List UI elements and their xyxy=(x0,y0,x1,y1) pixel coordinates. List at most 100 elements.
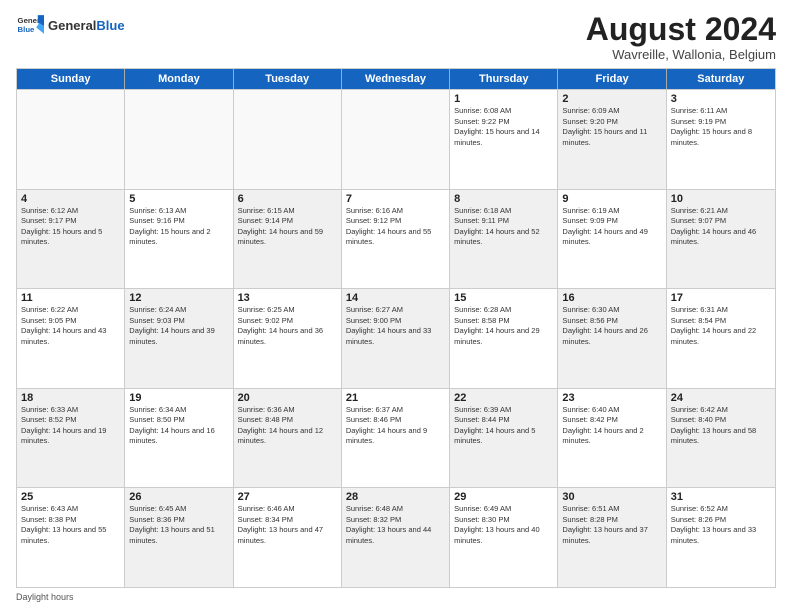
day-header-sunday: Sunday xyxy=(17,69,125,89)
day-number: 27 xyxy=(238,491,337,503)
logo-general: General xyxy=(48,18,96,33)
day-cell-21: 21Sunrise: 6:37 AM Sunset: 8:46 PM Dayli… xyxy=(342,389,450,488)
logo-icon: General Blue xyxy=(16,12,44,40)
day-number: 6 xyxy=(238,193,337,205)
day-cell-14: 14Sunrise: 6:27 AM Sunset: 9:00 PM Dayli… xyxy=(342,289,450,388)
cell-info: Sunrise: 6:42 AM Sunset: 8:40 PM Dayligh… xyxy=(671,405,771,447)
day-cell-23: 23Sunrise: 6:40 AM Sunset: 8:42 PM Dayli… xyxy=(558,389,666,488)
week-row-5: 25Sunrise: 6:43 AM Sunset: 8:38 PM Dayli… xyxy=(17,487,775,587)
cell-info: Sunrise: 6:51 AM Sunset: 8:28 PM Dayligh… xyxy=(562,504,661,546)
day-number: 16 xyxy=(562,292,661,304)
day-cell-29: 29Sunrise: 6:49 AM Sunset: 8:30 PM Dayli… xyxy=(450,488,558,587)
cell-info: Sunrise: 6:40 AM Sunset: 8:42 PM Dayligh… xyxy=(562,405,661,447)
empty-cell xyxy=(17,90,125,189)
day-cell-25: 25Sunrise: 6:43 AM Sunset: 8:38 PM Dayli… xyxy=(17,488,125,587)
cell-info: Sunrise: 6:28 AM Sunset: 8:58 PM Dayligh… xyxy=(454,305,553,347)
calendar-body: 1Sunrise: 6:08 AM Sunset: 9:22 PM Daylig… xyxy=(17,89,775,587)
cell-info: Sunrise: 6:19 AM Sunset: 9:09 PM Dayligh… xyxy=(562,206,661,248)
cell-info: Sunrise: 6:31 AM Sunset: 8:54 PM Dayligh… xyxy=(671,305,771,347)
cell-info: Sunrise: 6:13 AM Sunset: 9:16 PM Dayligh… xyxy=(129,206,228,248)
day-number: 12 xyxy=(129,292,228,304)
cell-info: Sunrise: 6:39 AM Sunset: 8:44 PM Dayligh… xyxy=(454,405,553,447)
day-cell-1: 1Sunrise: 6:08 AM Sunset: 9:22 PM Daylig… xyxy=(450,90,558,189)
cell-info: Sunrise: 6:45 AM Sunset: 8:36 PM Dayligh… xyxy=(129,504,228,546)
day-cell-16: 16Sunrise: 6:30 AM Sunset: 8:56 PM Dayli… xyxy=(558,289,666,388)
cell-info: Sunrise: 6:16 AM Sunset: 9:12 PM Dayligh… xyxy=(346,206,445,248)
day-number: 2 xyxy=(562,93,661,105)
day-header-saturday: Saturday xyxy=(667,69,775,89)
day-cell-9: 9Sunrise: 6:19 AM Sunset: 9:09 PM Daylig… xyxy=(558,190,666,289)
cell-info: Sunrise: 6:09 AM Sunset: 9:20 PM Dayligh… xyxy=(562,106,661,148)
week-row-2: 4Sunrise: 6:12 AM Sunset: 9:17 PM Daylig… xyxy=(17,189,775,289)
day-number: 7 xyxy=(346,193,445,205)
day-number: 15 xyxy=(454,292,553,304)
day-cell-3: 3Sunrise: 6:11 AM Sunset: 9:19 PM Daylig… xyxy=(667,90,775,189)
cell-info: Sunrise: 6:25 AM Sunset: 9:02 PM Dayligh… xyxy=(238,305,337,347)
day-number: 3 xyxy=(671,93,771,105)
week-row-4: 18Sunrise: 6:33 AM Sunset: 8:52 PM Dayli… xyxy=(17,388,775,488)
day-header-monday: Monday xyxy=(125,69,233,89)
day-cell-8: 8Sunrise: 6:18 AM Sunset: 9:11 PM Daylig… xyxy=(450,190,558,289)
footer-note: Daylight hours xyxy=(16,592,776,602)
cell-info: Sunrise: 6:48 AM Sunset: 8:32 PM Dayligh… xyxy=(346,504,445,546)
day-number: 10 xyxy=(671,193,771,205)
week-row-3: 11Sunrise: 6:22 AM Sunset: 9:05 PM Dayli… xyxy=(17,288,775,388)
day-cell-28: 28Sunrise: 6:48 AM Sunset: 8:32 PM Dayli… xyxy=(342,488,450,587)
day-number: 30 xyxy=(562,491,661,503)
day-number: 13 xyxy=(238,292,337,304)
day-number: 4 xyxy=(21,193,120,205)
day-cell-20: 20Sunrise: 6:36 AM Sunset: 8:48 PM Dayli… xyxy=(234,389,342,488)
cell-info: Sunrise: 6:46 AM Sunset: 8:34 PM Dayligh… xyxy=(238,504,337,546)
day-cell-18: 18Sunrise: 6:33 AM Sunset: 8:52 PM Dayli… xyxy=(17,389,125,488)
svg-text:Blue: Blue xyxy=(18,25,36,34)
day-number: 23 xyxy=(562,392,661,404)
cell-info: Sunrise: 6:21 AM Sunset: 9:07 PM Dayligh… xyxy=(671,206,771,248)
day-cell-13: 13Sunrise: 6:25 AM Sunset: 9:02 PM Dayli… xyxy=(234,289,342,388)
cell-info: Sunrise: 6:49 AM Sunset: 8:30 PM Dayligh… xyxy=(454,504,553,546)
day-number: 31 xyxy=(671,491,771,503)
day-cell-4: 4Sunrise: 6:12 AM Sunset: 9:17 PM Daylig… xyxy=(17,190,125,289)
day-number: 21 xyxy=(346,392,445,404)
day-number: 24 xyxy=(671,392,771,404)
cell-info: Sunrise: 6:11 AM Sunset: 9:19 PM Dayligh… xyxy=(671,106,771,148)
day-cell-5: 5Sunrise: 6:13 AM Sunset: 9:16 PM Daylig… xyxy=(125,190,233,289)
day-cell-7: 7Sunrise: 6:16 AM Sunset: 9:12 PM Daylig… xyxy=(342,190,450,289)
day-header-thursday: Thursday xyxy=(450,69,558,89)
day-number: 18 xyxy=(21,392,120,404)
empty-cell xyxy=(125,90,233,189)
day-cell-31: 31Sunrise: 6:52 AM Sunset: 8:26 PM Dayli… xyxy=(667,488,775,587)
day-number: 29 xyxy=(454,491,553,503)
day-cell-17: 17Sunrise: 6:31 AM Sunset: 8:54 PM Dayli… xyxy=(667,289,775,388)
title-block: August 2024 Wavreille, Wallonia, Belgium xyxy=(586,12,776,62)
day-cell-27: 27Sunrise: 6:46 AM Sunset: 8:34 PM Dayli… xyxy=(234,488,342,587)
cell-info: Sunrise: 6:12 AM Sunset: 9:17 PM Dayligh… xyxy=(21,206,120,248)
logo: General Blue General Blue xyxy=(16,12,125,40)
day-cell-15: 15Sunrise: 6:28 AM Sunset: 8:58 PM Dayli… xyxy=(450,289,558,388)
empty-cell xyxy=(234,90,342,189)
day-cell-22: 22Sunrise: 6:39 AM Sunset: 8:44 PM Dayli… xyxy=(450,389,558,488)
day-cell-24: 24Sunrise: 6:42 AM Sunset: 8:40 PM Dayli… xyxy=(667,389,775,488)
day-cell-10: 10Sunrise: 6:21 AM Sunset: 9:07 PM Dayli… xyxy=(667,190,775,289)
day-header-wednesday: Wednesday xyxy=(342,69,450,89)
day-number: 11 xyxy=(21,292,120,304)
cell-info: Sunrise: 6:18 AM Sunset: 9:11 PM Dayligh… xyxy=(454,206,553,248)
day-number: 8 xyxy=(454,193,553,205)
calendar-header: SundayMondayTuesdayWednesdayThursdayFrid… xyxy=(17,69,775,89)
day-header-tuesday: Tuesday xyxy=(234,69,342,89)
day-cell-12: 12Sunrise: 6:24 AM Sunset: 9:03 PM Dayli… xyxy=(125,289,233,388)
page-title: August 2024 xyxy=(586,12,776,47)
day-number: 17 xyxy=(671,292,771,304)
day-number: 25 xyxy=(21,491,120,503)
cell-info: Sunrise: 6:22 AM Sunset: 9:05 PM Dayligh… xyxy=(21,305,120,347)
cell-info: Sunrise: 6:27 AM Sunset: 9:00 PM Dayligh… xyxy=(346,305,445,347)
day-cell-6: 6Sunrise: 6:15 AM Sunset: 9:14 PM Daylig… xyxy=(234,190,342,289)
empty-cell xyxy=(342,90,450,189)
day-cell-11: 11Sunrise: 6:22 AM Sunset: 9:05 PM Dayli… xyxy=(17,289,125,388)
cell-info: Sunrise: 6:08 AM Sunset: 9:22 PM Dayligh… xyxy=(454,106,553,148)
day-cell-30: 30Sunrise: 6:51 AM Sunset: 8:28 PM Dayli… xyxy=(558,488,666,587)
day-header-friday: Friday xyxy=(558,69,666,89)
calendar: SundayMondayTuesdayWednesdayThursdayFrid… xyxy=(16,68,776,588)
day-number: 9 xyxy=(562,193,661,205)
day-number: 5 xyxy=(129,193,228,205)
day-number: 28 xyxy=(346,491,445,503)
